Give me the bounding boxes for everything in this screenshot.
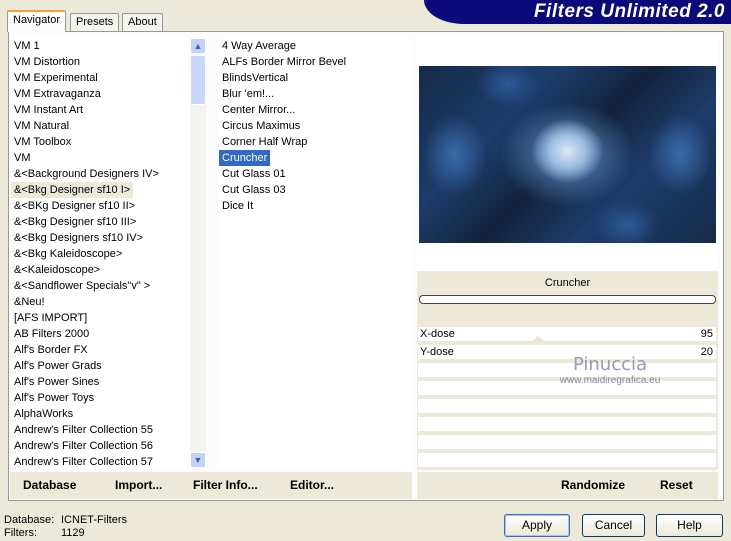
empty-param-row	[418, 417, 716, 433]
filter-item[interactable]: ALFs Border Mirror Bevel	[219, 54, 412, 70]
param-slider-x-dose[interactable]: X-dose 95	[418, 327, 716, 343]
filter-item[interactable]: Cut Glass 03	[219, 182, 412, 198]
filter-item[interactable]: Blur 'em!...	[219, 86, 412, 102]
category-item[interactable]: Alf's Border FX	[11, 342, 190, 358]
watermark: Pinuccia www.maidiregrafica.eu	[559, 354, 661, 386]
category-item[interactable]: Alf's Power Toys	[11, 390, 190, 406]
filter-item[interactable]: Circus Maximus	[219, 118, 412, 134]
tab-navigator[interactable]: Navigator	[7, 10, 67, 32]
help-button[interactable]: Help	[656, 514, 723, 537]
filter-item[interactable]: Dice It	[219, 198, 412, 214]
filter-title: Cruncher	[544, 277, 591, 289]
database-button[interactable]: Database	[23, 478, 76, 492]
apply-button[interactable]: Apply	[504, 514, 570, 537]
category-item[interactable]: VM Toolbox	[11, 134, 190, 150]
category-item[interactable]: &Neu!	[11, 294, 190, 310]
scroll-down-icon[interactable]: ▼	[190, 452, 206, 468]
category-item[interactable]: Andrew's Filter Collection 55	[11, 422, 190, 438]
param-value: 20	[700, 346, 713, 358]
filter-title-bar: Cruncher	[417, 271, 718, 325]
editor-button[interactable]: Editor...	[290, 478, 334, 492]
category-item[interactable]: &<Bkg Kaleidoscope>	[11, 246, 190, 262]
category-item[interactable]: &<BKg Designer sf10 II>	[11, 198, 190, 214]
scroll-up-icon[interactable]: ▲	[190, 38, 206, 54]
category-item[interactable]: [AFS IMPORT]	[11, 310, 190, 326]
scroll-thumb[interactable]	[190, 55, 206, 105]
tab-about[interactable]: About	[122, 13, 163, 32]
category-item[interactable]: Andrew's Filter Collection 57	[11, 454, 190, 468]
category-scrollbar[interactable]: ▲ ▼	[190, 38, 206, 468]
filters-label: Filters:	[4, 527, 37, 539]
category-item[interactable]: &<Bkg Designers sf10 IV>	[11, 230, 190, 246]
cancel-button[interactable]: Cancel	[582, 514, 645, 537]
param-label: X-dose	[420, 328, 455, 340]
progress-bar	[419, 295, 716, 304]
filter-item[interactable]: BlindsVertical	[219, 70, 412, 86]
category-item[interactable]: VM Natural	[11, 118, 190, 134]
category-item[interactable]: Alf's Power Grads	[11, 358, 190, 374]
filters-count: 1129	[61, 527, 85, 539]
category-item[interactable]: &<Kaleidoscope>	[11, 262, 190, 278]
category-item[interactable]: AB Filters 2000	[11, 326, 190, 342]
param-label: Y-dose	[420, 346, 454, 358]
filter-item[interactable]: Center Mirror...	[219, 102, 412, 118]
slider-thumb[interactable]	[529, 336, 548, 343]
category-item[interactable]: &<Background Designers IV>	[11, 166, 190, 182]
empty-param-row	[418, 435, 716, 451]
category-item[interactable]: AlphaWorks	[11, 406, 190, 422]
filter-item[interactable]: Cruncher	[219, 150, 271, 166]
database-label: Database:	[4, 514, 55, 526]
filter-item[interactable]: 4 Way Average	[219, 38, 412, 54]
filter-info-button[interactable]: Filter Info...	[193, 478, 258, 492]
category-item[interactable]: VM 1	[11, 38, 190, 54]
category-item[interactable]: Andrew's Filter Collection 56	[11, 438, 190, 454]
category-item[interactable]: &<Sandflower Specials"v" >	[11, 278, 190, 294]
category-item[interactable]: &<Bkg Designer sf10 I>	[11, 182, 134, 198]
category-item[interactable]: VM Extravaganza	[11, 86, 190, 102]
category-item[interactable]: VM Instant Art	[11, 102, 190, 118]
preview-image	[419, 66, 716, 243]
app-banner: Filters Unlimited 2.0	[424, 0, 731, 24]
category-list[interactable]: VM 1 VM Distortion VM Experimental VM Extra…	[11, 38, 190, 468]
reset-button[interactable]: Reset	[660, 478, 693, 492]
param-value: 95	[700, 328, 713, 340]
randomize-button[interactable]: Randomize	[561, 478, 625, 492]
filter-item[interactable]: Cut Glass 01	[219, 166, 412, 182]
filter-list[interactable]: 4 Way Average ALFs Border Mirror Bevel Bli…	[219, 38, 412, 468]
category-item[interactable]: VM Experimental	[11, 70, 190, 86]
empty-param-row	[418, 399, 716, 415]
empty-param-row	[418, 453, 716, 469]
filter-item[interactable]: Corner Half Wrap	[219, 134, 412, 150]
tab-presets[interactable]: Presets	[70, 13, 120, 32]
category-item[interactable]: VM Distortion	[11, 54, 190, 70]
import-button[interactable]: Import...	[115, 478, 162, 492]
database-value: ICNET-Filters	[61, 514, 127, 526]
status-info: Database: ICNET-Filters Filters: 1129	[4, 514, 127, 540]
category-item[interactable]: &<Bkg Designer sf10 III>	[11, 214, 190, 230]
category-item[interactable]: Alf's Power Sines	[11, 374, 190, 390]
category-item[interactable]: VM	[11, 150, 190, 166]
